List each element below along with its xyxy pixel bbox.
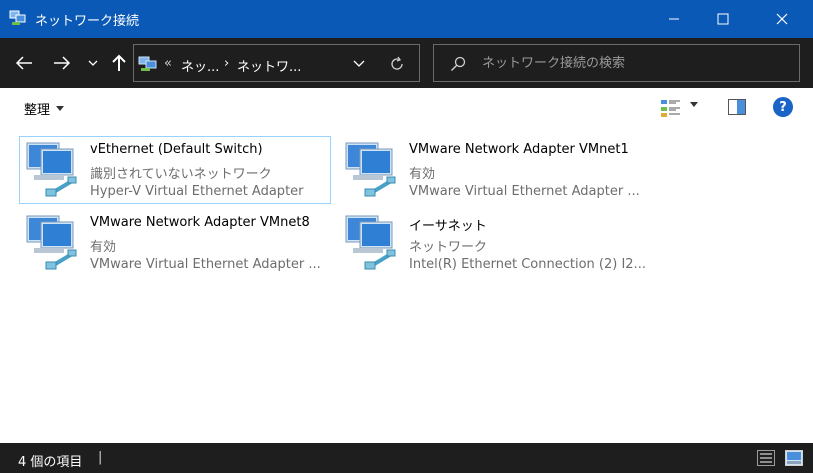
adapter-device: VMware Virtual Ethernet Adapter ...	[90, 257, 321, 272]
title-bar: ネットワーク接続	[0, 0, 813, 38]
item-count: 4 個の項目	[18, 455, 83, 470]
view-options-caret-icon[interactable]	[690, 102, 698, 107]
adapter-name: vEthernet (Default Switch)	[90, 142, 263, 157]
minimize-icon	[669, 18, 679, 20]
maximize-icon	[717, 13, 729, 25]
adapter-device: Intel(R) Ethernet Connection (2) I2...	[409, 257, 646, 272]
adapter-name: VMware Network Adapter VMnet1	[409, 142, 629, 157]
adapter-status: 識別されていないネットワーク	[90, 167, 272, 182]
close-button[interactable]	[759, 0, 805, 38]
refresh-icon	[391, 56, 403, 70]
help-icon[interactable]: ?	[773, 97, 793, 117]
close-icon	[776, 13, 788, 25]
minimize-button[interactable]	[651, 0, 697, 38]
network-adapter-icon	[345, 142, 396, 197]
adapter-device: VMware Virtual Ethernet Adapter ...	[409, 184, 640, 199]
connections-list: vEthernet (Default Switch) 識別されていないネットワー…	[0, 128, 813, 443]
status-divider: |	[98, 450, 103, 465]
adapter-status: 有効	[90, 240, 117, 255]
arrow-up-icon	[112, 54, 126, 71]
recent-locations-button[interactable]	[84, 50, 102, 76]
search-input[interactable]	[482, 51, 782, 75]
navigation-bar: « ネッ... › ネットワ...	[0, 38, 813, 88]
large-icons-view-icon[interactable]	[785, 450, 803, 466]
organize-label: 整理	[24, 103, 51, 118]
breadcrumb-item[interactable]: ネットワ...	[237, 56, 301, 75]
search-icon	[451, 56, 466, 71]
arrow-left-icon	[15, 56, 32, 70]
up-button[interactable]	[106, 50, 132, 76]
arrow-right-icon	[54, 56, 71, 70]
details-view-icon[interactable]	[757, 450, 775, 466]
address-history-dropdown[interactable]	[350, 55, 368, 73]
list-item[interactable]: VMware Network Adapter VMnet1 有効 VMware …	[338, 136, 650, 204]
address-field[interactable]: « ネッ... › ネットワ...	[133, 44, 420, 82]
adapter-name: VMware Network Adapter VMnet8	[90, 215, 310, 230]
back-button[interactable]	[10, 50, 38, 76]
command-bar: 整理 ?	[0, 88, 813, 128]
chevron-down-icon	[88, 60, 98, 66]
network-connections-app-icon	[9, 10, 26, 25]
adapter-status: 有効	[409, 167, 436, 182]
list-item[interactable]: vEthernet (Default Switch) 識別されていないネットワー…	[19, 136, 331, 204]
network-adapter-icon	[345, 215, 396, 270]
status-bar: 4 個の項目 |	[0, 443, 813, 473]
network-adapter-icon	[26, 142, 77, 197]
chevron-down-icon	[353, 60, 365, 67]
forward-button[interactable]	[48, 50, 76, 76]
list-item[interactable]: イーサネット ネットワーク Intel(R) Ethernet Connecti…	[338, 209, 650, 277]
adapter-status: ネットワーク	[409, 240, 488, 255]
search-box[interactable]	[433, 44, 800, 82]
adapter-device: Hyper-V Virtual Ethernet Adapter	[90, 184, 304, 199]
window-title: ネットワーク接続	[35, 14, 140, 29]
network-connections-folder-icon	[138, 56, 157, 71]
breadcrumb-overflow[interactable]: «	[164, 56, 172, 71]
change-view-icon[interactable]	[660, 98, 682, 118]
caret-down-icon	[56, 106, 65, 111]
organize-menu-button[interactable]: 整理	[24, 99, 65, 118]
maximize-button[interactable]	[700, 0, 746, 38]
adapter-name: イーサネット	[409, 219, 487, 234]
breadcrumb-item[interactable]: ネッ...	[181, 56, 219, 75]
list-item[interactable]: VMware Network Adapter VMnet8 有効 VMware …	[19, 209, 331, 277]
breadcrumb-separator[interactable]: ›	[224, 56, 229, 71]
network-adapter-icon	[26, 215, 77, 270]
refresh-button[interactable]	[387, 54, 407, 74]
preview-pane-icon[interactable]	[728, 99, 746, 115]
